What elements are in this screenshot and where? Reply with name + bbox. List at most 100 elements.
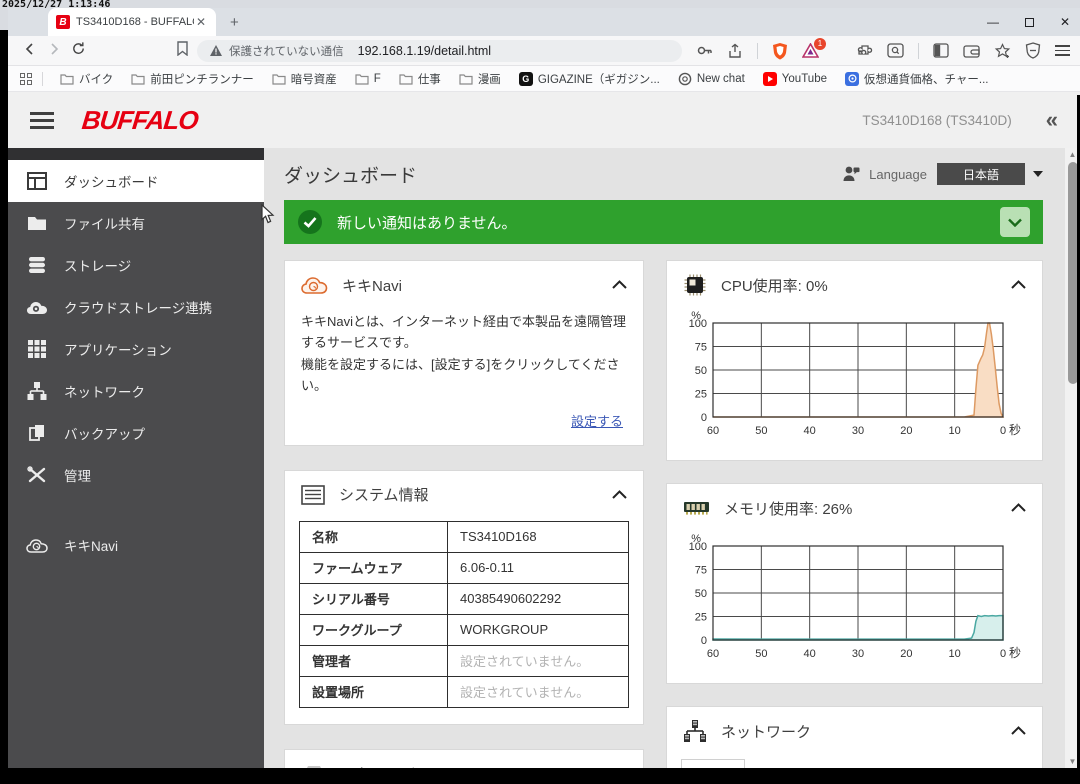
- cpu-usage-chart: 10075502506050403020100%秒: [667, 309, 1042, 460]
- sidebar-item-management[interactable]: 管理: [8, 454, 264, 496]
- new-tab-button[interactable]: +: [230, 14, 239, 31]
- reload-button[interactable]: [66, 41, 90, 60]
- bookmark-item-youtube[interactable]: YouTube: [763, 72, 827, 86]
- sidebar-item-dashboard[interactable]: ダッシュボード: [8, 160, 264, 202]
- svg-text:%: %: [691, 310, 701, 322]
- language-label: Language: [869, 167, 927, 182]
- search-tabs-icon[interactable]: [887, 43, 904, 58]
- insecure-warning-icon: [209, 44, 223, 57]
- notification-expand-button[interactable]: [1000, 207, 1030, 237]
- kikinavi-setup-link[interactable]: 設定する: [571, 414, 623, 429]
- storage-card: ストレージ: [284, 749, 644, 768]
- collapse-chevron-icon[interactable]: [1011, 499, 1026, 517]
- tools-icon: [26, 465, 48, 485]
- card-title: ネットワーク: [721, 721, 811, 742]
- svg-text:10: 10: [949, 648, 961, 660]
- window-controls: — ✕: [987, 8, 1070, 36]
- sidebar-item-applications[interactable]: アプリケーション: [8, 328, 264, 370]
- bookmark-star-icon[interactable]: [994, 43, 1011, 59]
- back-button[interactable]: [18, 42, 42, 60]
- sidebar-panel-icon[interactable]: [933, 43, 949, 58]
- minimize-button[interactable]: —: [987, 15, 999, 29]
- browser-tab[interactable]: B TS3410D168 - BUFFALO TeraSta ✕: [48, 8, 216, 36]
- kikinavi-description-1: キキNaviとは、インターネット経由で本製品を遠隔管理するサービスです。: [301, 311, 627, 354]
- svg-text:0: 0: [1000, 648, 1006, 660]
- maximize-button[interactable]: [1025, 18, 1034, 27]
- bookmark-item-f[interactable]: F: [355, 72, 381, 86]
- security-warning-label[interactable]: 保護されていない通信: [229, 43, 344, 59]
- dashboard-icon: [26, 171, 48, 191]
- svg-text:秒: 秒: [1009, 423, 1021, 437]
- storage-drive-icon: [301, 764, 327, 768]
- folder-icon: [60, 72, 74, 86]
- chevron-down-icon: [1008, 218, 1022, 227]
- backup-icon: [26, 423, 48, 443]
- bookmarks-bar: バイク 前田ピンチランナー 暗号資産 F 仕事 漫画 G GIGAZINE（ギガ…: [8, 66, 1080, 92]
- bookmark-item-gigazine[interactable]: G GIGAZINE（ギガジン...: [519, 71, 660, 87]
- svg-text:30: 30: [852, 648, 864, 660]
- swirl-icon: [26, 535, 48, 555]
- hamburger-menu-icon[interactable]: [30, 112, 54, 129]
- svg-text:60: 60: [707, 425, 719, 437]
- tab-close-icon[interactable]: ✕: [196, 15, 206, 29]
- app-header: BUFFALO TS3410D168 (TS3410D) «: [8, 92, 1080, 148]
- extensions-puzzle-icon[interactable]: [856, 42, 873, 59]
- collapse-chevron-icon[interactable]: [612, 276, 627, 294]
- bookmark-item-manga[interactable]: 漫画: [459, 71, 501, 87]
- apps-grid-icon[interactable]: [20, 73, 32, 85]
- network-card: ネットワーク LAN 1LAN 2: [666, 706, 1043, 768]
- close-button[interactable]: ✕: [1060, 15, 1070, 29]
- saved-password-key-icon[interactable]: [696, 42, 713, 59]
- system-info-card: システム情報 名称 TS3410D168: [284, 470, 644, 725]
- bookmark-item-work[interactable]: 仕事: [399, 71, 441, 87]
- scrollbar-thumb[interactable]: [1068, 162, 1078, 384]
- language-caret-icon[interactable]: [1033, 171, 1043, 177]
- collapse-chevron-icon[interactable]: [612, 765, 627, 768]
- sidebar-top-strip: [8, 148, 264, 160]
- memory-ram-icon: [683, 499, 710, 517]
- tab-bar: B TS3410D168 - BUFFALO TeraSta ✕ + — ✕: [8, 8, 1080, 36]
- collapse-chevron-icon[interactable]: [1011, 722, 1026, 740]
- sidebar-item-storage[interactable]: ストレージ: [8, 244, 264, 286]
- bookmark-item-bike[interactable]: バイク: [60, 71, 113, 87]
- sidebar-item-file-sharing[interactable]: ファイル共有: [8, 202, 264, 244]
- sidebar-item-backup[interactable]: バックアップ: [8, 412, 264, 454]
- svg-text:20: 20: [900, 648, 912, 660]
- collapse-chevron-icon[interactable]: [612, 486, 627, 504]
- svg-text:60: 60: [707, 648, 719, 660]
- notification-banner: 新しい通知はありません。: [284, 200, 1043, 244]
- brave-rewards-icon[interactable]: 1: [802, 43, 819, 58]
- collapse-chevron-icon[interactable]: [1011, 276, 1026, 294]
- url-text[interactable]: 192.168.1.19/detail.html: [358, 44, 491, 58]
- folder-icon: [459, 72, 473, 86]
- share-icon[interactable]: [727, 43, 743, 59]
- collapse-header-icon[interactable]: «: [1046, 107, 1058, 133]
- language-select[interactable]: 日本語: [937, 163, 1025, 185]
- wallet-icon[interactable]: [963, 44, 980, 58]
- address-bar[interactable]: 保護されていない通信 192.168.1.19/detail.html: [197, 40, 682, 62]
- table-row-name: 名称 TS3410D168: [300, 521, 629, 552]
- svg-text:0: 0: [1000, 425, 1006, 437]
- buffalo-favicon-icon: B: [56, 15, 70, 29]
- forward-button[interactable]: [42, 42, 66, 60]
- db-icon: [26, 255, 48, 275]
- lan-tabs: LAN 1LAN 2: [681, 759, 1042, 768]
- bookmark-item-crypto-assets[interactable]: 暗号資産: [272, 71, 337, 87]
- kikinavi-description-2: 機能を設定するには、[設定する]をクリックしてください。: [301, 354, 627, 397]
- sidebar-item-kikinavi[interactable]: キキNavi: [8, 524, 264, 566]
- sidebar-item-cloud-storage[interactable]: クラウドストレージ連携: [8, 286, 264, 328]
- bookmark-item-new-chat[interactable]: New chat: [678, 72, 745, 86]
- lan-tab-lan1[interactable]: LAN 1: [681, 759, 745, 768]
- bookmark-item-maeda-pinch-runner[interactable]: 前田ピンチランナー: [131, 71, 254, 87]
- bookmark-item-crypto-price[interactable]: 仮想通貨価格、チャー...: [845, 71, 988, 87]
- svg-text:40: 40: [804, 425, 816, 437]
- browser-menu-icon[interactable]: [1055, 45, 1070, 56]
- bookmark-ribbon-icon[interactable]: [176, 41, 189, 61]
- sidebar-item-network[interactable]: ネットワーク: [8, 370, 264, 412]
- svg-text:秒: 秒: [1009, 646, 1021, 660]
- notification-message: 新しい通知はありません。: [337, 212, 517, 233]
- privacy-shield-icon[interactable]: [1025, 42, 1041, 59]
- brave-shields-icon[interactable]: [772, 42, 788, 60]
- nas-admin-page: BUFFALO TS3410D168 (TS3410D) « ダッシュボード フ…: [8, 92, 1080, 768]
- lan-tab-lan2[interactable]: LAN 2: [745, 759, 809, 768]
